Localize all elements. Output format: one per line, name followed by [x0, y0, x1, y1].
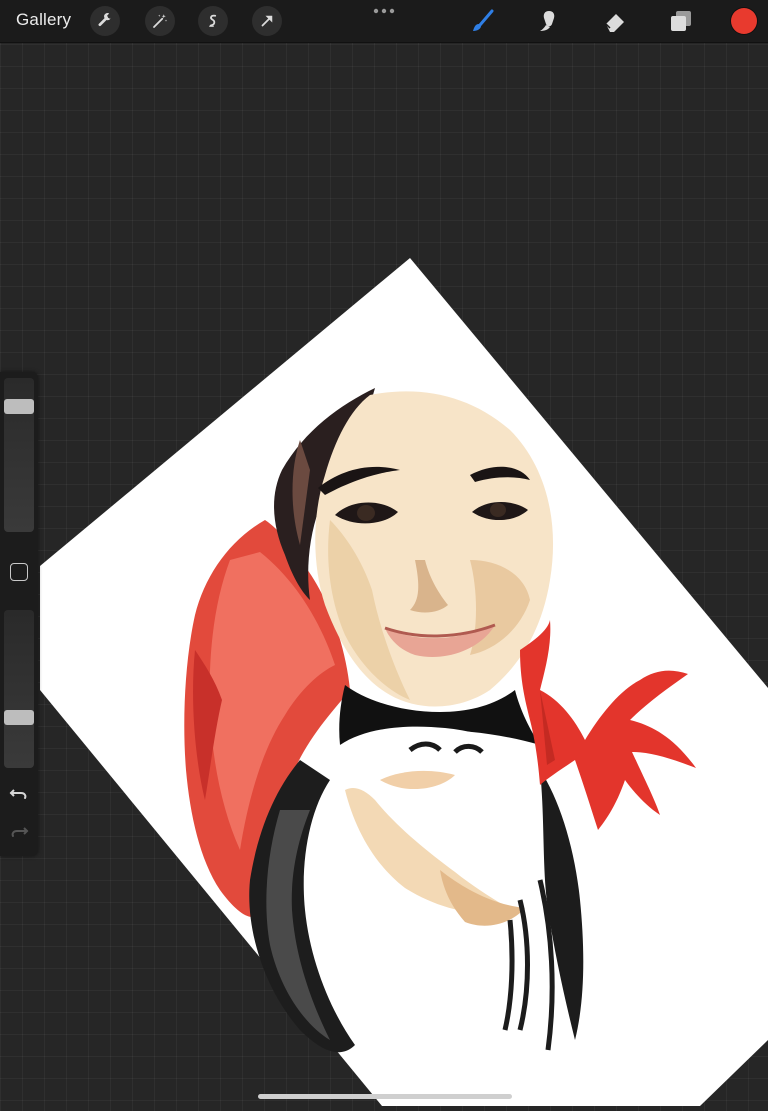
wrench-icon	[98, 13, 111, 27]
more-dots-icon[interactable]	[370, 4, 398, 18]
undo-icon[interactable]	[8, 782, 30, 804]
opacity-thumb[interactable]	[4, 710, 34, 726]
transform-arrow-icon	[261, 15, 273, 27]
selection-button[interactable]	[198, 6, 228, 36]
layers-tool[interactable]	[666, 6, 696, 36]
canvas[interactable]	[0, 0, 768, 1106]
eye-right-iris	[490, 503, 506, 517]
modify-button[interactable]	[10, 563, 28, 581]
eye-left-iris	[357, 505, 375, 521]
smudge-tool[interactable]	[534, 6, 564, 36]
selection-icon	[209, 14, 217, 27]
transform-button[interactable]	[252, 6, 282, 36]
top-toolbar: Gallery	[0, 0, 768, 43]
left-sidebar	[0, 372, 38, 856]
redo-icon[interactable]	[8, 820, 30, 842]
magic-wand-icon	[153, 14, 168, 28]
artwork	[40, 258, 768, 1106]
color-picker-button[interactable]	[731, 8, 757, 34]
brush-size-thumb[interactable]	[4, 398, 34, 414]
eraser-icon	[605, 14, 624, 32]
layers-icon	[671, 11, 691, 31]
brush-icon	[473, 9, 494, 31]
home-indicator	[258, 1094, 512, 1099]
actions-button[interactable]	[90, 6, 120, 36]
eraser-tool[interactable]	[600, 6, 630, 36]
smudge-icon	[540, 11, 555, 31]
opacity-slider[interactable]	[4, 610, 34, 768]
brush-tool[interactable]	[468, 6, 498, 36]
gallery-button[interactable]: Gallery	[16, 10, 71, 30]
adjustments-button[interactable]	[145, 6, 175, 36]
